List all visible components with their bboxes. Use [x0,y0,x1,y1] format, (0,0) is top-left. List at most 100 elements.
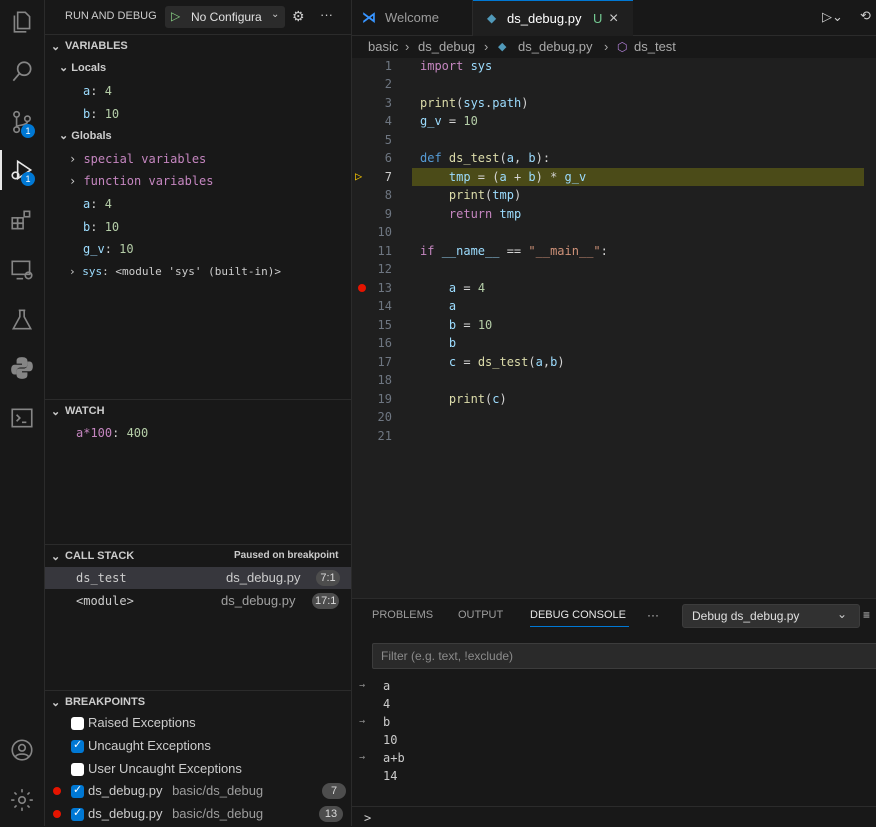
callstack-title: CALL STACK [65,550,135,562]
console-input: a+b [383,751,405,765]
tab-debug-console[interactable]: DEBUG CONSOLE [530,609,626,621]
callstack-frame[interactable]: <module> ds_debug.py 17:1 [45,590,351,612]
console-prompt[interactable]: > [364,811,371,825]
line-number: 8 [384,188,392,202]
code-line-14: a [420,299,457,313]
paused-status: Paused on breakpoint [234,550,339,561]
group-label: function variables [83,174,214,188]
tab-problems[interactable]: PROBLEMS [372,609,433,621]
start-debug-icon[interactable]: ▷ [171,9,180,23]
breadcrumb-folder[interactable]: basic [368,36,398,58]
watch-header[interactable]: ⌄ WATCH [45,400,351,422]
symbol-method-icon: ⬡ [617,40,628,54]
uncaught-exceptions-checkbox[interactable]: ✓ [71,739,84,753]
breakpoint-checkbox[interactable]: ✓ [71,784,84,798]
terminal-icon[interactable] [8,404,36,432]
frame-name: ds_test [76,571,127,585]
frame-file: ds_debug.py [226,570,301,585]
variables-header[interactable]: ⌄ VARIABLES [45,35,351,57]
testing-icon[interactable] [8,306,36,334]
extensions-icon[interactable] [8,206,36,234]
locals-label: Locals [71,62,107,74]
line-number: 7 [384,170,392,184]
line-number: 10 [377,225,392,239]
chevron-down-icon: ⌄ [51,551,61,563]
breakpoint-file: ds_debug.py [88,783,163,798]
tab-ds-debug[interactable]: ◆ ds_debug.py U × [473,0,633,36]
check-icon: ✓ [73,807,83,819]
account-icon[interactable] [8,736,36,764]
tab-label: Welcome [385,10,439,25]
close-tab-icon[interactable]: × [609,1,618,36]
breadcrumb-separator: › [405,39,410,54]
globals-scope[interactable]: ⌄ Globals [59,125,112,147]
function-variables-group[interactable]: › function variables [69,170,214,192]
code-editor[interactable]: ▷ 1 2 3 4 5 6 7 8 9 10 11 12 13 14 15 16… [352,58,876,598]
breadcrumb-folder[interactable]: ds_debug [418,36,475,58]
remote-explorer-icon[interactable] [8,256,36,284]
config-label: No Configura [191,10,262,24]
line-number: 17 [377,355,392,369]
debug-session-select[interactable]: Debug ds_debug.py ⌄ [682,604,860,628]
tab-output[interactable]: OUTPUT [458,609,503,621]
breadcrumb-symbol[interactable]: ds_test [634,36,676,58]
breakpoint-file-row[interactable]: ds_debug.py basic/ds_debug [88,780,263,802]
frame-name: <module> [76,594,134,608]
code-line-17: c = ds_test(a,b) [420,355,565,369]
settings-gear-icon[interactable]: ⚙ [292,8,305,25]
code-line-11: if __name__ == "__main__": [420,244,608,258]
debug-badge: 1 [21,172,35,186]
callstack-frame-selected[interactable]: ds_test ds_debug.py 7:1 [45,567,351,589]
bottom-panel: PROBLEMS OUTPUT DEBUG CONSOLE ··· Debug … [352,598,876,827]
var-value: 4 [104,84,112,98]
raised-exceptions-checkbox[interactable] [71,717,84,730]
breakpoint-checkbox[interactable]: ✓ [71,807,84,821]
manage-gear-icon[interactable] [8,786,36,814]
session-label: Debug ds_debug.py [692,609,800,623]
callstack-header[interactable]: ⌄ CALL STACK Paused on breakpoint [45,545,351,567]
more-icon[interactable]: ··· [647,608,659,622]
special-variables-group[interactable]: › special variables [69,148,206,170]
sys-module-row[interactable]: › sys: <module 'sys' (built-in)> [69,261,281,283]
debug-config-select[interactable]: ▷ No Configura ⌄ [165,6,285,28]
code-line-3: print(sys.path) [420,96,529,110]
line-number: 21 [377,429,392,443]
line-number: 18 [377,373,392,387]
chevron-down-icon: ⌄ [51,41,61,53]
chevron-down-icon: ⌄ [51,697,61,709]
variable-row[interactable]: a: 4 [83,80,112,102]
var-value: 10 [119,242,134,256]
code-line-15: b = 10 [420,318,493,332]
var-name: g_v [83,242,105,256]
line-number: 3 [384,96,392,110]
line-number: 1 [384,59,392,73]
chevron-down-icon: ⌄ [59,62,72,74]
watch-expression[interactable]: a*100: 400 [76,422,148,444]
filter-input[interactable]: Filter (e.g. text, !exclude) [372,643,876,669]
frame-file: ds_debug.py [221,593,296,608]
line-number: 11 [377,244,392,258]
variable-row[interactable]: a: 4 [83,193,112,215]
breakpoint-dot-icon [53,787,61,795]
more-actions-icon[interactable]: ··· [320,7,333,22]
run-debug-file-icon[interactable]: ▷⌄ [822,9,843,25]
search-icon[interactable] [8,58,36,86]
breadcrumb-separator: › [604,39,609,54]
list-view-icon[interactable]: ≡ [863,608,870,622]
variable-row[interactable]: b: 10 [83,216,119,238]
chevron-down-icon: ⌄ [271,9,280,20]
editor-actions-icon[interactable]: ⟲ [860,8,871,24]
code-line-1: import sys [420,59,493,73]
untracked-status: U [593,11,603,26]
user-uncaught-exceptions-checkbox[interactable] [71,763,84,776]
locals-scope[interactable]: ⌄ Locals [59,57,106,79]
breakpoints-header[interactable]: ⌄ BREAKPOINTS [45,691,351,713]
breakpoint-file-row[interactable]: ds_debug.py basic/ds_debug [88,803,263,825]
line-number: 9 [384,207,392,221]
breadcrumb-file[interactable]: ds_debug.py [518,36,592,58]
variable-row[interactable]: b: 10 [83,103,119,125]
explorer-icon[interactable] [8,8,36,36]
tab-welcome[interactable]: ⋊ Welcome [352,0,473,35]
variable-row[interactable]: g_v: 10 [83,238,134,260]
python-icon[interactable] [8,354,36,382]
